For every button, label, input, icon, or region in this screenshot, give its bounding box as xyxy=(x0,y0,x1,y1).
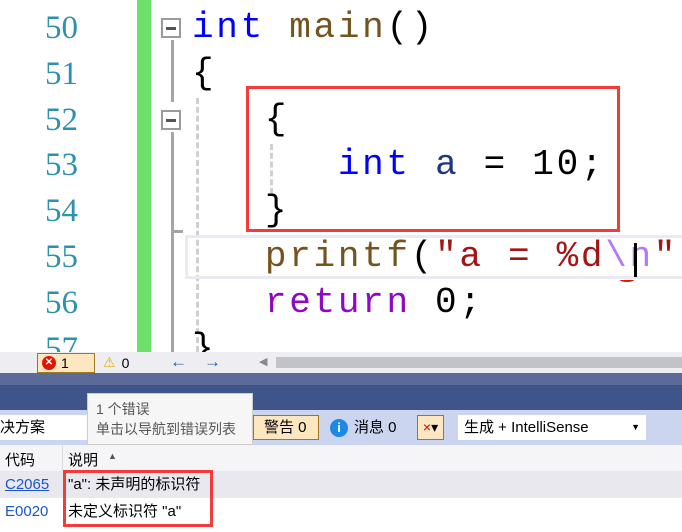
code-line[interactable]: } xyxy=(192,326,216,352)
line-number: 54 xyxy=(45,193,78,230)
code-editor[interactable]: 50 51 52 53 54 55 56 57 int main(){ { int a = 1… xyxy=(0,0,682,352)
outline-line xyxy=(171,40,174,102)
code-token: " xyxy=(653,236,679,277)
code-line[interactable]: return 0; xyxy=(192,280,484,326)
messages-filter-button[interactable]: i 消息 0 xyxy=(330,415,397,440)
code-token: } xyxy=(192,327,217,352)
line-number: 57 xyxy=(45,330,78,352)
collapse-icon[interactable] xyxy=(161,110,181,130)
table-header: 代码 说明 ▲ xyxy=(0,445,682,471)
code-token: { xyxy=(192,52,217,94)
error-tooltip: 1 个错误 单击以导航到错误列表 xyxy=(87,393,253,445)
highlight-box xyxy=(63,470,213,527)
info-icon: i xyxy=(330,418,348,437)
code-token: printf xyxy=(264,236,411,277)
line-number: 51 xyxy=(45,55,78,92)
warning-icon: ⚠ xyxy=(103,354,116,370)
text-cursor xyxy=(634,243,637,277)
error-code: E0020 xyxy=(5,503,49,520)
tooltip-hint: 单击以导航到错误列表 xyxy=(96,421,236,437)
warnings-filter-button[interactable]: 警告 0 xyxy=(253,415,319,440)
warning-count-button[interactable]: ⚠ 0 xyxy=(103,354,129,371)
editor-status-bar: ✕ 1 ⚠ 0 ← → ◀ xyxy=(0,352,682,373)
scroll-left-icon[interactable]: ◀ xyxy=(259,355,267,368)
line-number: 55 xyxy=(45,239,78,275)
navigate-back-icon[interactable]: ← xyxy=(170,352,187,372)
tooltip-title: 1 个错误 xyxy=(96,401,150,417)
collapse-icon[interactable] xyxy=(161,18,181,38)
column-header-description[interactable]: 说明 xyxy=(68,449,98,470)
code-token: ( xyxy=(410,236,436,277)
chevron-down-icon: ▼ xyxy=(631,422,640,432)
warning-count: 0 xyxy=(121,354,130,371)
code-token: \n xyxy=(605,236,654,277)
line-number: 56 xyxy=(45,284,78,321)
horizontal-scrollbar[interactable] xyxy=(276,357,682,368)
code-token: int xyxy=(192,7,265,48)
code-token: "a = %d xyxy=(435,236,606,277)
line-number: 53 xyxy=(45,147,78,184)
outline-line xyxy=(171,132,174,352)
error-code-link[interactable]: C2065 xyxy=(5,471,49,498)
code-token: main xyxy=(289,7,387,48)
code-token: , a); xyxy=(678,236,682,277)
warnings-label: 警告 0 xyxy=(264,419,307,436)
column-header-code[interactable]: 代码 xyxy=(5,449,35,470)
error-count: 1 xyxy=(61,355,69,371)
line-number: 50 xyxy=(45,10,78,46)
code-token: 0; xyxy=(410,281,484,323)
change-tracking-bar xyxy=(137,0,151,352)
outline-line xyxy=(171,230,183,233)
panel-divider xyxy=(0,373,682,385)
messages-label: 消息 0 xyxy=(354,419,397,436)
navigate-forward-icon[interactable]: → xyxy=(204,352,221,372)
scope-label: 决方案 xyxy=(0,419,46,436)
error-icon: ✕ xyxy=(42,356,56,370)
build-filter-label: 生成 + IntelliSense xyxy=(464,419,589,436)
code-line[interactable]: { xyxy=(192,51,216,97)
error-count-button[interactable]: ✕ 1 xyxy=(37,353,95,373)
code-line[interactable]: printf("a = %d\n", a); xyxy=(192,234,682,280)
sort-ascending-icon: ▲ xyxy=(108,451,117,461)
code-line[interactable]: int main() xyxy=(192,5,435,51)
scope-dropdown[interactable]: 决方案 xyxy=(0,415,88,440)
build-filter-dropdown[interactable]: 生成 + IntelliSense ▼ xyxy=(458,415,646,440)
filter-errors-icon[interactable]: ×▾ xyxy=(417,415,444,440)
highlight-box xyxy=(246,86,620,232)
line-number: 52 xyxy=(45,101,78,138)
code-token: () xyxy=(386,7,436,48)
error-squiggle xyxy=(620,278,634,282)
code-token: return xyxy=(264,281,411,323)
